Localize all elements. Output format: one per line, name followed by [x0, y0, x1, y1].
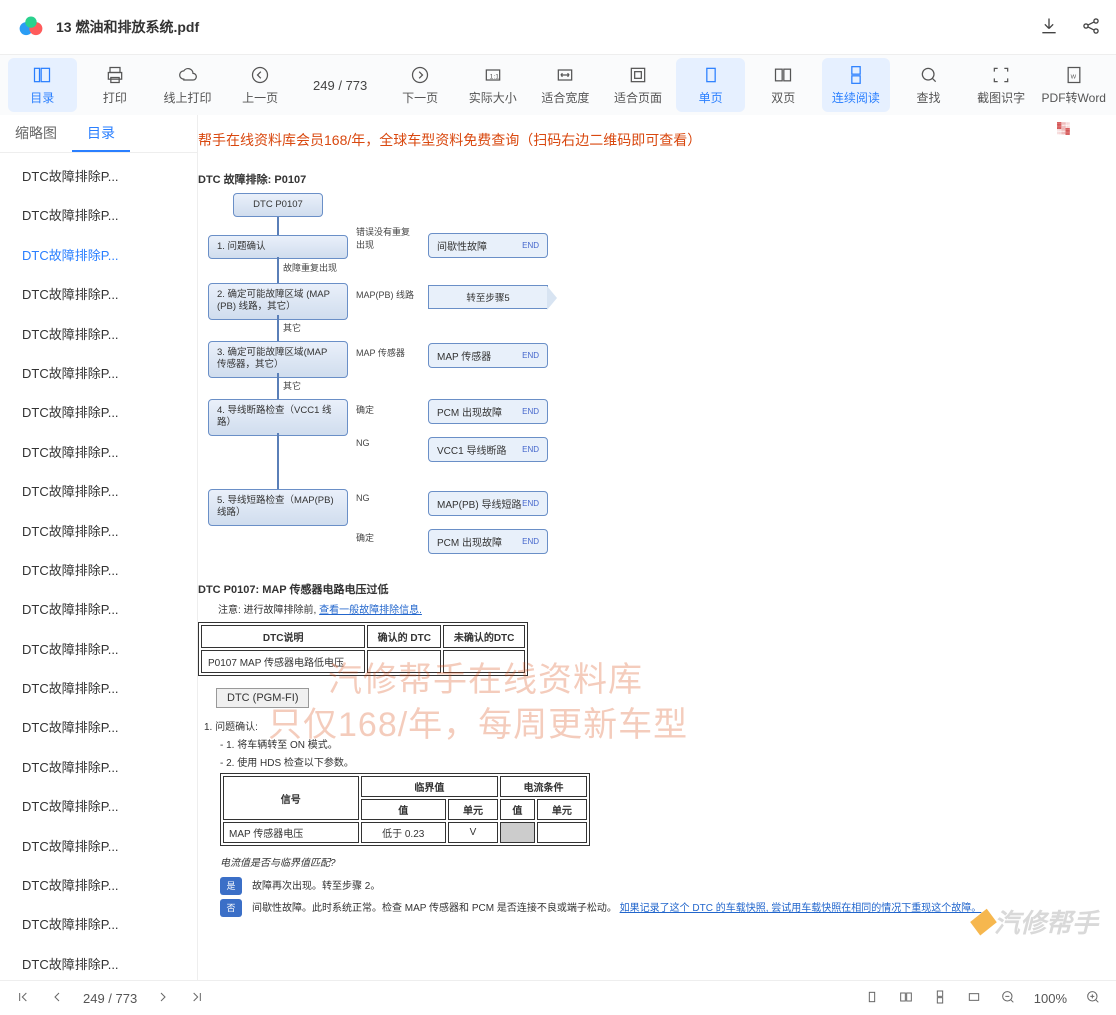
- find-button[interactable]: 查找: [894, 58, 963, 112]
- zoom-in-icon[interactable]: [1085, 989, 1101, 1008]
- prev-page-button[interactable]: 上一页: [226, 58, 295, 112]
- toc-item[interactable]: DTC故障排除P...: [0, 827, 197, 866]
- cloud-print-button[interactable]: 线上打印: [153, 58, 222, 112]
- param-table: 信号临界值电流条件 值单元值单元 MAP 传感器电压低于 0.23V: [220, 773, 590, 846]
- next-page-icon[interactable]: [155, 989, 171, 1008]
- flowchart: DTC P0107 1. 问题确认 错误没有重复出现 间歇性故障END 故障重复…: [198, 193, 1116, 573]
- toc-item[interactable]: DTC故障排除P...: [0, 315, 197, 354]
- toc-item[interactable]: DTC故障排除P...: [0, 433, 197, 472]
- tab-thumbnails[interactable]: 缩略图: [0, 115, 72, 152]
- fit-width-button[interactable]: 适合宽度: [531, 58, 600, 112]
- next-page-button[interactable]: 下一页: [386, 58, 455, 112]
- app-logo-icon: [18, 14, 44, 40]
- toc-list: DTC故障排除P...DTC故障排除P...DTC故障排除P...DTC故障排除…: [0, 153, 197, 980]
- toc-item[interactable]: DTC故障排除P...: [0, 590, 197, 629]
- toc-item[interactable]: DTC故障排除P...: [0, 866, 197, 905]
- toc-item[interactable]: DTC故障排除P...: [0, 630, 197, 669]
- section-heading: DTC 故障排除: P0107: [198, 171, 1116, 187]
- toc-item[interactable]: DTC故障排除P...: [0, 236, 197, 275]
- download-icon[interactable]: [1039, 16, 1059, 39]
- toc-item[interactable]: DTC故障排除P...: [0, 905, 197, 944]
- toc-item[interactable]: DTC故障排除P...: [0, 472, 197, 511]
- zoom-out-icon[interactable]: [1000, 989, 1016, 1008]
- note-link[interactable]: 查看一般故障排除信息.: [319, 605, 422, 616]
- pdf-to-word-button[interactable]: WPDF转Word: [1039, 58, 1108, 112]
- continuous-button[interactable]: 连续阅读: [822, 58, 891, 112]
- view-fit-icon[interactable]: [966, 989, 982, 1008]
- first-page-icon[interactable]: [15, 989, 31, 1008]
- toc-item[interactable]: DTC故障排除P...: [0, 787, 197, 826]
- svg-text:1:1: 1:1: [489, 73, 499, 80]
- toc-item[interactable]: DTC故障排除P...: [0, 275, 197, 314]
- footer-page: 249 / 773: [83, 991, 137, 1006]
- toc-item[interactable]: DTC故障排除P...: [0, 551, 197, 590]
- page-viewer[interactable]: ▓▒░░▒▓ 帮手在线资料库会员168/年，全球车型资料免费查询（扫码右边二维码…: [198, 115, 1116, 980]
- watermark-brand: ◆汽修帮手: [968, 903, 1098, 940]
- view-double-icon[interactable]: [898, 989, 914, 1008]
- view-cont-icon[interactable]: [932, 989, 948, 1008]
- toc-item[interactable]: DTC故障排除P...: [0, 669, 197, 708]
- svg-text:W: W: [1070, 74, 1076, 80]
- view-single-icon[interactable]: [864, 989, 880, 1008]
- qr-code-icon: ▓▒░░▒▓: [1036, 123, 1091, 163]
- banner-text: 帮手在线资料库会员168/年，全球车型资料免费查询（扫码右边二维码即可查看）: [198, 125, 1116, 165]
- toc-item[interactable]: DTC故障排除P...: [0, 512, 197, 551]
- toc-item[interactable]: DTC故障排除P...: [0, 748, 197, 787]
- zoom-level: 100%: [1034, 991, 1067, 1006]
- ocr-button[interactable]: 截图识字: [967, 58, 1036, 112]
- tab-toc[interactable]: 目录: [72, 115, 130, 152]
- snapshot-link[interactable]: 如果记录了这个 DTC 的车载快照, 尝试用车载快照在相同的情况下重现这个故障。: [620, 903, 982, 914]
- dtc-table: DTC说明确认的 DTC未确认的DTC P0107 MAP 传感器电路低电压: [198, 622, 528, 676]
- toc-item[interactable]: DTC故障排除P...: [0, 393, 197, 432]
- dtc-subtitle: DTC P0107: MAP 传感器电路电压过低: [198, 581, 1116, 597]
- print-button[interactable]: 打印: [81, 58, 150, 112]
- single-page-button[interactable]: 单页: [676, 58, 745, 112]
- double-page-button[interactable]: 双页: [749, 58, 818, 112]
- actual-size-button[interactable]: 1:1实际大小: [458, 58, 527, 112]
- page-count: 249 / 773: [299, 78, 382, 93]
- toc-item[interactable]: DTC故障排除P...: [0, 945, 197, 980]
- document-title: 13 燃油和排放系统.pdf: [56, 17, 1039, 37]
- last-page-icon[interactable]: [189, 989, 205, 1008]
- share-icon[interactable]: [1081, 16, 1101, 39]
- toc-button[interactable]: 目录: [8, 58, 77, 112]
- toc-item[interactable]: DTC故障排除P...: [0, 708, 197, 747]
- prev-page-icon[interactable]: [49, 989, 65, 1008]
- fit-page-button[interactable]: 适合页面: [604, 58, 673, 112]
- toc-item[interactable]: DTC故障排除P...: [0, 354, 197, 393]
- toc-item[interactable]: DTC故障排除P...: [0, 157, 197, 196]
- toc-item[interactable]: DTC故障排除P...: [0, 196, 197, 235]
